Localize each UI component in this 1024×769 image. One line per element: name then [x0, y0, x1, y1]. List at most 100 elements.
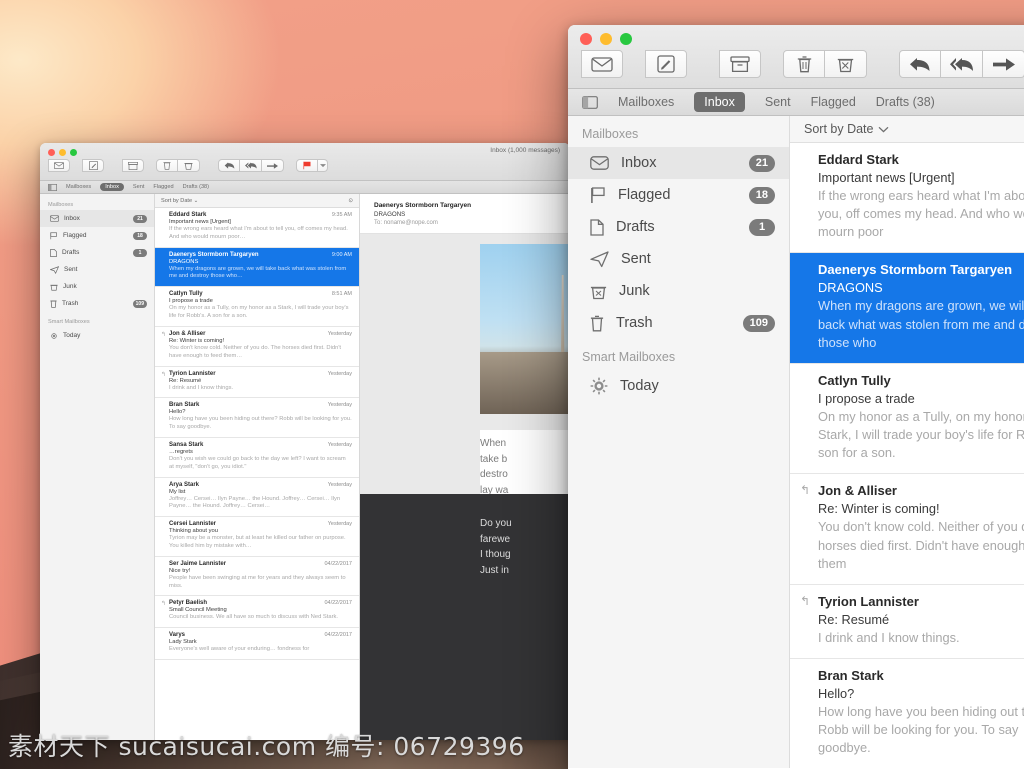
back-tab-sent[interactable]: Sent [133, 184, 145, 190]
chevron-down-icon[interactable] [878, 122, 889, 136]
back-sidebar-item-trash[interactable]: Trash 109 [40, 295, 154, 312]
zoom-button[interactable] [620, 33, 632, 45]
sidebar-item-drafts[interactable]: Drafts 1 [568, 211, 789, 243]
message-row[interactable]: YesterdayBran StarkHello?How long have y… [155, 398, 359, 438]
back-flag-group[interactable] [296, 159, 328, 172]
forward-button[interactable] [262, 159, 284, 172]
back-tab-drafts[interactable]: Drafts (38) [183, 184, 209, 190]
message-row[interactable]: 9:00 AMDaenerys Stormborn TargaryenDRAGO… [155, 248, 359, 288]
front-tab-drafts[interactable]: Drafts (38) [876, 95, 935, 109]
message-row[interactable]: 8:51 AMCatlyn TullyI propose a tradeOn m… [155, 287, 359, 327]
front-delete-group[interactable] [783, 50, 867, 78]
mail-window-foreground[interactable]: Mailboxes Inbox Sent Flagged Drafts (38)… [568, 25, 1024, 769]
front-mail-group[interactable] [581, 50, 623, 78]
message-row[interactable]: 04/22/2017Ser Jaime LannisterNice try!Pe… [155, 557, 359, 597]
junk-button[interactable] [178, 159, 200, 172]
message-row[interactable]: Bran StarkHello?How long have you been h… [790, 659, 1024, 768]
back-sort-bar[interactable]: Sort by Date ⌄ ⊙ [155, 194, 359, 208]
back-sidebar-item-flagged[interactable]: Flagged 18 [40, 227, 154, 244]
close-button[interactable] [580, 33, 592, 45]
front-message-rows[interactable]: Eddard StarkImportant news [Urgent]If th… [790, 143, 1024, 768]
message-row[interactable]: YesterdaySansa Stark…regretsDon't you wi… [155, 438, 359, 478]
back-reply-group[interactable] [218, 159, 284, 172]
back-sidebar-item-sent[interactable]: Sent [40, 261, 154, 278]
back-traffic-lights[interactable] [48, 149, 77, 156]
reply-button[interactable] [899, 50, 941, 78]
front-message-list[interactable]: Sort by Date Eddard StarkImportant news … [790, 116, 1024, 768]
sidebar-item-trash[interactable]: Trash 109 [568, 307, 789, 339]
back-mail-group[interactable] [48, 159, 70, 172]
message-row[interactable]: YesterdayArya StarkMy listJoffrey… Cerse… [155, 478, 359, 518]
back-compose-group[interactable] [82, 159, 104, 172]
message-row[interactable]: ↰YesterdayTyrion LannisterRe: ResuméI dr… [155, 367, 359, 399]
delete-button[interactable] [783, 50, 825, 78]
compose-button[interactable] [645, 50, 687, 78]
back-favorites-bar[interactable]: Mailboxes Inbox Sent Flagged Drafts (38) [40, 181, 570, 194]
back-message-list[interactable]: Sort by Date ⌄ ⊙ 9:35 AMEddard StarkImpo… [155, 194, 360, 740]
back-sidebar-item-inbox[interactable]: Inbox 21 [40, 210, 154, 227]
junk-button[interactable] [825, 50, 867, 78]
get-mail-button[interactable] [48, 159, 70, 172]
minimize-button[interactable] [600, 33, 612, 45]
back-sidebar[interactable]: Mailboxes Inbox 21 Flagged 18 Draft [40, 194, 155, 740]
get-mail-button[interactable] [581, 50, 623, 78]
back-archive-group[interactable] [122, 159, 144, 172]
flag-chevron-down-icon[interactable] [318, 159, 328, 172]
reply-button[interactable] [218, 159, 240, 172]
forward-button[interactable] [983, 50, 1024, 78]
back-tab-inbox[interactable]: Inbox [100, 183, 124, 191]
close-button[interactable] [48, 149, 55, 156]
sidebar-item-today[interactable]: Today [568, 370, 789, 402]
front-sort-bar[interactable]: Sort by Date [790, 116, 1024, 143]
sidebar-item-sent[interactable]: Sent [568, 243, 789, 275]
sidebar-item-flagged[interactable]: Flagged 18 [568, 179, 789, 211]
front-toolbar[interactable] [581, 50, 1024, 78]
front-tab-mailboxes[interactable]: Mailboxes [618, 95, 674, 109]
archive-button[interactable] [719, 50, 761, 78]
front-compose-group[interactable] [645, 50, 687, 78]
front-tab-inbox[interactable]: Inbox [694, 92, 745, 112]
mail-window-background[interactable]: Inbox (1,000 messages) [40, 143, 570, 740]
message-date: 9:00 AM [332, 252, 352, 258]
flag-icon[interactable] [296, 159, 318, 172]
message-row[interactable]: 04/22/2017VarysLady StarkEveryone's well… [155, 628, 359, 660]
back-message-rows[interactable]: 9:35 AMEddard StarkImportant news [Urgen… [155, 208, 359, 660]
message-row[interactable]: 9:35 AMEddard StarkImportant news [Urgen… [155, 208, 359, 248]
compose-button[interactable] [82, 159, 104, 172]
delete-button[interactable] [156, 159, 178, 172]
message-row[interactable]: ↰Jon & AlliserRe: Winter is coming!You d… [790, 474, 1024, 584]
message-row[interactable]: YesterdayCersei LannisterThinking about … [155, 517, 359, 557]
zoom-button[interactable] [70, 149, 77, 156]
sidebar-item-inbox[interactable]: Inbox 21 [568, 147, 789, 179]
front-sort-label[interactable]: Sort by Date [804, 122, 873, 136]
front-tab-flagged[interactable]: Flagged [811, 95, 856, 109]
back-sidebar-item-junk[interactable]: Junk [40, 278, 154, 295]
message-row[interactable]: ↰YesterdayJon & AlliserRe: Winter is com… [155, 327, 359, 367]
front-sidebar[interactable]: Mailboxes Inbox 21 Flagged 18 Draft [568, 116, 790, 768]
message-row[interactable]: Eddard StarkImportant news [Urgent]If th… [790, 143, 1024, 253]
message-row[interactable]: ↰04/22/2017Petyr BaelishSmall Council Me… [155, 596, 359, 628]
front-traffic-lights[interactable] [580, 33, 632, 45]
sidebar-icon[interactable] [48, 184, 57, 191]
minimize-button[interactable] [59, 149, 66, 156]
sidebar-icon[interactable] [582, 96, 598, 109]
front-archive-group[interactable] [719, 50, 761, 78]
back-toolbar[interactable] [48, 159, 328, 172]
reply-all-button[interactable] [240, 159, 262, 172]
reply-all-button[interactable] [941, 50, 983, 78]
front-reply-group[interactable] [899, 50, 1024, 78]
back-sidebar-item-today[interactable]: Today [40, 327, 154, 344]
sidebar-item-junk[interactable]: Junk [568, 275, 789, 307]
back-list-options-icon[interactable]: ⊙ [348, 198, 353, 204]
message-row[interactable]: Catlyn TullyI propose a tradeOn my honor… [790, 364, 1024, 474]
back-sidebar-item-drafts[interactable]: Drafts 1 [40, 244, 154, 261]
back-delete-group[interactable] [156, 159, 200, 172]
message-row[interactable]: ↰Tyrion LannisterRe: ResuméI drink and I… [790, 585, 1024, 659]
back-tab-flagged[interactable]: Flagged [153, 184, 173, 190]
message-row[interactable]: Daenerys Stormborn TargaryenDRAGONSWhen … [790, 253, 1024, 363]
front-tab-sent[interactable]: Sent [765, 95, 791, 109]
archive-button[interactable] [122, 159, 144, 172]
front-favorites-bar[interactable]: Mailboxes Inbox Sent Flagged Drafts (38) [568, 89, 1024, 116]
back-sort-label[interactable]: Sort by Date ⌄ [161, 198, 198, 204]
back-tab-mailboxes[interactable]: Mailboxes [66, 184, 91, 190]
